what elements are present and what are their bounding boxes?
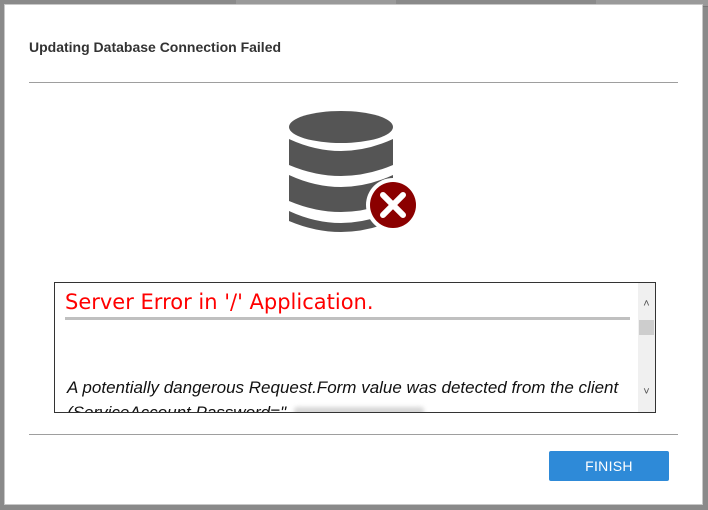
error-heading-rule [65, 317, 630, 320]
dialog-title: Updating Database Connection Failed [29, 39, 282, 55]
title-divider [29, 82, 678, 83]
scrollbar-thumb[interactable] [639, 320, 654, 335]
error-message: A potentially dangerous Request.Form val… [67, 375, 637, 412]
error-details-frame: Server Error in '/' Application. A poten… [54, 282, 656, 413]
finish-button[interactable]: FINISH [549, 451, 669, 481]
chevron-up-icon[interactable]: ˄ [638, 295, 655, 312]
error-heading: Server Error in '/' Application. [65, 290, 374, 314]
footer-divider [29, 434, 678, 435]
error-details-content: Server Error in '/' Application. A poten… [55, 283, 638, 412]
error-details-scrollbar[interactable]: ˄ ˅ [638, 283, 655, 412]
redacted-password [294, 406, 425, 412]
error-dialog: Updating Database Connection Failed Serv… [4, 4, 703, 505]
chevron-down-icon[interactable]: ˅ [638, 383, 655, 400]
database-error-icon [289, 111, 420, 232]
